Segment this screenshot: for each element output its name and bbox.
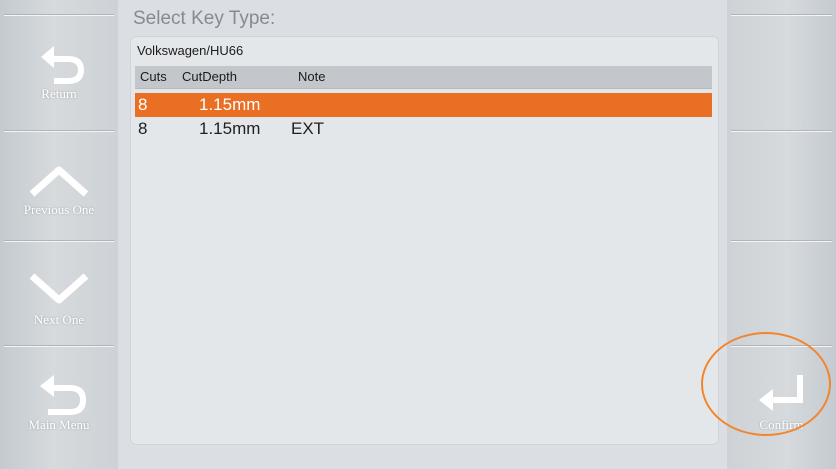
chevron-up-icon	[29, 166, 89, 197]
cell-cutdepth: 1.15mm	[199, 95, 261, 114]
confirm-label: Confirm	[759, 417, 804, 432]
page-title: Select Key Type:	[133, 8, 276, 29]
confirm-button[interactable]: Confirm	[727, 345, 836, 445]
next-one-label: Next One	[33, 312, 85, 327]
column-header-cutdepth: CutDepth	[182, 69, 237, 84]
table-header: Cuts CutDepth Note	[135, 66, 712, 89]
main-menu-label: Main Menu	[28, 417, 90, 432]
chevron-down-icon	[29, 273, 89, 304]
next-one-button[interactable]: Next One	[0, 240, 118, 340]
right-blank-button-2	[727, 130, 836, 230]
return-button[interactable]: Return	[0, 14, 118, 114]
cell-cuts: 8	[138, 95, 148, 114]
return-icon	[41, 46, 84, 84]
previous-one-label: Previous One	[23, 202, 95, 217]
enter-icon	[758, 375, 803, 411]
main-area: Select Key Type: Volkswagen/HU66 Cuts Cu…	[118, 0, 727, 469]
table-row-selected[interactable]: 8 1.15mm	[135, 93, 712, 117]
right-blank-button-1	[727, 14, 836, 114]
cell-cutdepth: 1.15mm	[199, 119, 261, 138]
cell-note: EXT	[291, 119, 325, 138]
previous-one-button[interactable]: Previous One	[0, 130, 118, 230]
right-blank-button-3	[727, 240, 836, 340]
table-row[interactable]: 8 1.15mm EXT	[135, 117, 712, 141]
cell-cuts: 8	[138, 119, 148, 138]
return-label: Return	[41, 86, 77, 101]
key-type-panel: Volkswagen/HU66 Cuts CutDepth Note 8 1.1…	[130, 36, 719, 445]
main-menu-button[interactable]: Main Menu	[0, 345, 118, 445]
column-header-cuts: Cuts	[140, 69, 167, 84]
main-menu-icon	[40, 375, 86, 415]
column-header-note: Note	[298, 69, 326, 84]
left-sidebar: Return Previous One Next One Main Menu	[0, 0, 118, 469]
right-sidebar: Confirm	[727, 0, 836, 469]
key-model-label: Volkswagen/HU66	[137, 43, 244, 58]
